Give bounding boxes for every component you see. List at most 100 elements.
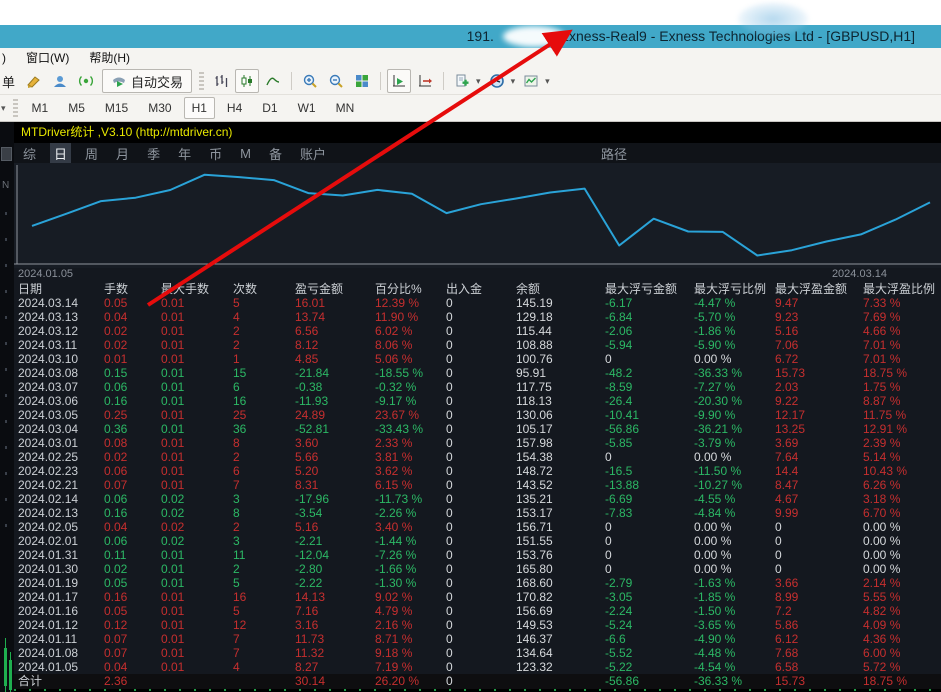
table-row[interactable]: 2024.01.17 0.16 0.01 16 14.13 9.02 % 0 170.82 -3… [14,590,941,604]
timeframe-mn[interactable]: MN [328,97,363,119]
tab-周[interactable]: 周 [81,143,102,164]
table-row[interactable]: 2024.03.08 0.15 0.01 15 -21.84 -18.55 % 0 95.91… [14,366,941,380]
tab-年[interactable]: 年 [174,143,195,164]
table-row[interactable]: 2024.03.12 0.02 0.01 2 6.56 6.02 % 0 115.44 -2.0… [14,324,941,338]
value-cell: 9.99 [775,506,799,520]
chart-workspace: N MTDriver统计 ,V3.10 (http://mtdriver.cn)… [0,122,941,692]
table-total-row[interactable]: 合计 2.36 30.14 26.20 % 0 -56.86 -36.33 % 15.73 18… [14,674,941,689]
tab-M[interactable]: M [236,145,255,162]
table-row[interactable]: 2024.01.11 0.07 0.01 7 11.73 8.71 % 0 146.37 -6.… [14,632,941,646]
toolbar-overflow-caret[interactable]: ▾ [1,103,6,114]
value-cell: 7.2 [775,604,792,618]
tab-path[interactable]: 路径 [597,143,631,164]
value-cell: 118.13 [516,394,552,408]
table-row[interactable]: 2024.02.05 0.04 0.02 2 5.16 3.40 % 0 156.71 0 0.0… [14,520,941,534]
tab-币[interactable]: 币 [205,143,226,164]
value-cell: 16.01 [295,296,326,310]
table-row[interactable]: 2024.03.07 0.06 0.01 6 -0.38 -0.32 % 0 117.75 -8… [14,380,941,394]
tab-季[interactable]: 季 [143,143,164,164]
table-row[interactable]: 2024.03.01 0.08 0.01 8 3.60 2.33 % 0 157.98 -5.8… [14,436,941,450]
value-cell: 5.06 % [375,352,413,366]
timeframe-h1[interactable]: H1 [183,97,215,119]
table-row[interactable]: 2024.02.14 0.06 0.02 3 -17.96 -11.73 % 0 135.21… [14,492,941,506]
table-row[interactable]: 2024.01.30 0.02 0.01 2 -2.80 -1.66 % 0 165.80 0 0… [14,562,941,576]
value-cell: 0.02 [161,534,185,548]
table-row[interactable]: 2024.03.11 0.02 0.01 2 8.12 8.06 % 0 108.88 -5.9… [14,338,941,352]
axis-end-date: 2024.03.14 [831,268,887,280]
value-cell: 0.01 [161,450,185,464]
timeframe-w1[interactable]: W1 [290,97,324,119]
table-row[interactable]: 2024.02.25 0.02 0.01 2 5.66 3.81 % 0 154.38 0 0.0… [14,450,941,464]
table-row[interactable]: 2024.01.12 0.12 0.01 12 3.16 2.16 % 0 149.53 -5.… [14,618,941,632]
table-row[interactable]: 2024.01.08 0.07 0.01 7 11.32 9.18 % 0 134.64 -5.… [14,646,941,660]
tab-备[interactable]: 备 [265,143,286,164]
value-cell: 0.01 [161,604,185,618]
table-row[interactable]: 2024.03.14 0.05 0.01 5 16.01 12.39 % 0 145.19 -6… [14,296,941,310]
candlestick-button[interactable] [235,69,260,93]
timeframe-m15[interactable]: M15 [97,97,136,119]
table-row[interactable]: 2024.03.06 0.16 0.01 16 -11.93 -9.17 % 0 118.13… [14,394,941,408]
table-row[interactable]: 2024.02.21 0.07 0.01 7 8.31 6.15 % 0 143.52 -13.… [14,478,941,492]
new-order-button-partial[interactable]: 单 [0,72,21,91]
tab-月[interactable]: 月 [112,143,133,164]
community-button[interactable] [48,69,72,93]
value-cell: 2 [233,338,240,352]
table-row[interactable]: 2024.03.10 0.01 0.01 1 4.85 5.06 % 0 100.76 0 0.0… [14,352,941,366]
table-row[interactable]: 2024.01.31 0.11 0.01 11 -12.04 -7.26 % 0 153.76… [14,548,941,562]
menu-item-W[interactable]: 窗口(W) [16,51,79,65]
partial-menu-item[interactable]: ) [0,51,16,65]
value-cell: -2.80 [295,562,323,576]
left-strip-ticks [5,212,7,542]
table-row[interactable]: 2024.02.23 0.06 0.01 6 5.20 3.62 % 0 148.72 -16.… [14,464,941,478]
zoom-in-button[interactable] [298,69,322,93]
dropdown-caret-icon[interactable]: ▾ [511,76,516,87]
tab-日[interactable]: 日 [50,142,72,164]
table-row[interactable]: 2024.02.13 0.16 0.02 8 -3.54 -2.26 % 0 153.17 -7… [14,506,941,520]
value-cell: 13.74 [295,310,326,324]
dropdown-caret-icon[interactable]: ▾ [476,76,481,87]
timeframe-d1[interactable]: D1 [254,97,285,119]
value-cell: 0 [446,324,453,338]
value-cell: 0 [775,520,782,534]
crayon-button[interactable] [22,69,46,93]
dropdown-caret-icon[interactable]: ▾ [545,76,550,87]
value-cell: 0.04 [104,310,128,324]
table-row[interactable]: 2024.01.05 0.04 0.01 4 8.27 7.19 % 0 123.32 -5.2… [14,660,941,674]
menu-item-H[interactable]: 帮助(H) [79,51,140,65]
table-row[interactable]: 2024.01.19 0.05 0.01 5 -2.22 -1.30 % 0 168.60 -2… [14,576,941,590]
tile-windows-button[interactable] [350,69,374,93]
period-button[interactable] [485,69,509,93]
value-cell: 6.00 % [863,646,901,660]
timeframe-m5[interactable]: M5 [60,97,93,119]
value-cell: 0.04 [104,520,128,534]
indicators-button[interactable] [519,69,543,93]
zoom-out-button[interactable] [324,69,348,93]
table-row[interactable]: 2024.02.01 0.06 0.02 3 -2.21 -1.44 % 0 151.55 0 0… [14,534,941,548]
autotrade-button[interactable]: 自动交易 [102,69,193,93]
value-cell: 14.4 [775,464,799,478]
equity-chart[interactable] [14,163,941,268]
chart-shift-button[interactable] [413,69,437,93]
value-cell: 11 [233,548,246,562]
bar-chart-button[interactable] [209,69,233,93]
table-row[interactable]: 2024.03.04 0.36 0.01 36 -52.81 -33.43 % 0 105.1… [14,422,941,436]
date-cell: 2024.03.06 [18,394,79,408]
value-cell: -4.48 % [694,646,736,660]
value-cell: 0 [775,562,782,576]
value-cell: -11.50 % [694,464,742,478]
timeframe-h4[interactable]: H4 [219,97,250,119]
table-row[interactable]: 2024.01.16 0.05 0.01 5 7.16 4.79 % 0 156.69 -2.2… [14,604,941,618]
signal-button[interactable] [74,69,98,93]
column-header: 日期 [18,282,43,296]
table-row[interactable]: 2024.03.05 0.25 0.01 25 24.89 23.67 % 0 130.06 -… [14,408,941,422]
timeframe-m30[interactable]: M30 [140,97,179,119]
new-template-button[interactable] [450,69,474,93]
date-cell: 2024.02.23 [18,464,79,478]
mt4-window: 191. . Exness-Real9 - Exness Technologies… [0,0,941,692]
auto-scroll-button[interactable] [387,69,412,93]
tab-账户[interactable]: 账户 [296,143,330,164]
timeframe-m1[interactable]: M1 [24,97,57,119]
tab-综[interactable]: 综 [19,143,40,164]
line-chart-button[interactable] [261,69,285,93]
table-row[interactable]: 2024.03.13 0.04 0.01 4 13.74 11.90 % 0 129.18 -6… [14,310,941,324]
